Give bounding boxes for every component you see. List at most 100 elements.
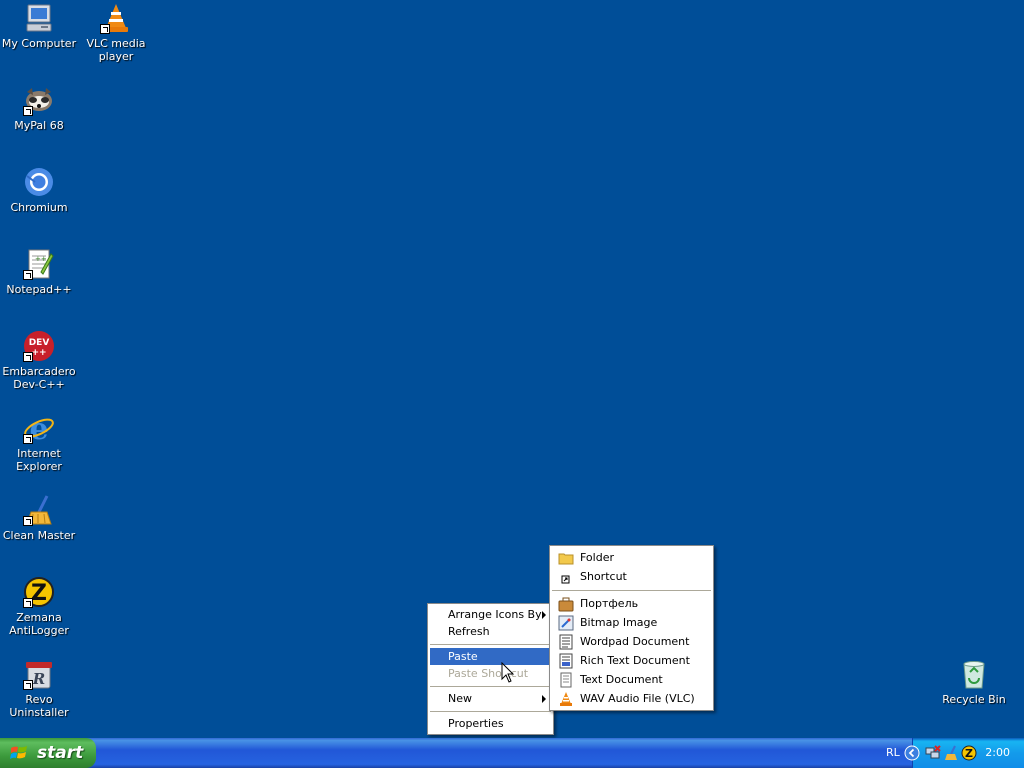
menu-separator [430,686,551,687]
desktop-icon-revo-uninstaller[interactable]: R Revo Uninstaller [0,658,78,719]
desktop-icon-recycle-bin[interactable]: Recycle Bin [935,658,1013,706]
shortcut-arrow-icon [100,24,110,34]
folder-icon [558,550,574,566]
menu-item-label: Refresh [448,625,490,638]
svg-text:++: ++ [35,255,47,263]
notepad-plus-plus-icon: ++ [23,248,55,280]
submenu-item-wordpad-document[interactable]: Wordpad Document [552,632,711,651]
menu-separator [552,590,711,591]
svg-text:Z: Z [965,747,973,760]
menu-item-label: Paste [448,650,478,663]
recycle-bin-icon [958,658,990,690]
clean-master-icon [23,494,55,526]
shortcut-arrow-icon [23,352,33,362]
submenu-arrow-icon [542,611,546,619]
desktop-icon-label: Revo Uninstaller [9,693,69,719]
shortcut-arrow-icon [23,434,33,444]
shortcut-arrow-icon [23,516,33,526]
text-document-icon [558,672,574,688]
desktop-icon-label: Zemana AntiLogger [9,611,69,637]
menu-item-paste-shortcut: Paste Shortcut [430,665,551,682]
shortcut-icon [558,569,574,585]
show-hidden-icon[interactable] [904,745,920,761]
shortcut-arrow-icon [23,680,33,690]
submenu-item-rich-text-document[interactable]: Rich Text Document [552,651,711,670]
svg-text:R: R [32,670,45,688]
shortcut-arrow-icon [23,106,33,116]
desktop-icon-chromium[interactable]: Chromium [0,166,78,214]
shortcut-arrow-icon [23,598,33,608]
wordpad-icon [558,634,574,650]
menu-item-new[interactable]: New [430,690,551,707]
menu-separator [430,644,551,645]
menu-item-label: Text Document [580,673,663,686]
rich-text-icon [558,653,574,669]
menu-item-label: Folder [580,551,614,564]
menu-item-label: WAV Audio File (VLC) [580,692,695,705]
desktop-icon-dev-cpp[interactable]: DEV ++ Embarcadero Dev-C++ [0,330,78,391]
submenu-item-shortcut[interactable]: Shortcut [552,567,711,586]
my-computer-icon [23,2,55,34]
new-submenu: Folder Shortcut Портфель Bitmap Image Wo… [549,545,714,711]
menu-item-arrange-icons-by[interactable]: Arrange Icons By [430,606,551,623]
clean-master-tray-icon[interactable] [943,745,959,761]
zemana-tray-icon[interactable]: Z [961,745,977,761]
submenu-item-folder[interactable]: Folder [552,548,711,567]
desktop-icon-label: Internet Explorer [16,447,62,473]
submenu-item-wav-audio-file[interactable]: WAV Audio File (VLC) [552,689,711,708]
desktop-icon-my-computer[interactable]: My Computer [0,2,78,50]
menu-item-paste[interactable]: Paste [430,648,551,665]
menu-item-label: Wordpad Document [580,635,690,648]
desktop-icon-notepad-plus-plus[interactable]: ++ Notepad++ [0,248,78,296]
shortcut-arrow-icon [23,270,33,280]
desktop-icon-label: Notepad++ [6,283,72,296]
system-tray: Z 2:00 [904,738,1024,768]
dev-cpp-icon: DEV ++ [23,330,55,362]
chromium-icon [23,166,55,198]
taskbar: start Z 2:00 [0,738,1024,768]
submenu-item-briefcase[interactable]: Портфель [552,594,711,613]
vlc-icon [100,2,132,34]
revo-uninstaller-icon: R [23,658,55,690]
desktop-icon-label: Embarcadero Dev-C++ [2,365,76,391]
zemana-icon: Z [23,576,55,608]
desktop-icon-clean-master[interactable]: Clean Master [0,494,78,542]
svg-text:Z: Z [31,581,47,606]
network-icon[interactable] [925,745,941,761]
bitmap-icon [558,615,574,631]
menu-item-refresh[interactable]: Refresh [430,623,551,640]
menu-item-label: Портфель [580,597,639,610]
menu-item-properties[interactable]: Properties [430,715,551,732]
briefcase-icon [558,596,574,612]
desktop-icon-internet-explorer[interactable]: e Internet Explorer [0,412,78,473]
internet-explorer-icon: e [23,412,55,444]
language-indicator[interactable]: RL [886,738,900,768]
menu-item-label: Paste Shortcut [448,667,529,680]
desktop-icon-label: My Computer [1,37,77,50]
svg-text:++: ++ [31,348,46,358]
submenu-arrow-icon [542,695,546,703]
menu-item-label: Properties [448,717,504,730]
svg-text:DEV: DEV [29,338,50,348]
start-label: start [37,743,84,763]
desktop-icon-mypal[interactable]: MyPal 68 [0,84,78,132]
submenu-item-bitmap-image[interactable]: Bitmap Image [552,613,711,632]
menu-item-label: New [448,692,472,705]
mouse-cursor-icon [501,662,515,683]
desktop-icon-label: VLC media player [86,37,146,63]
desktop-icon-label: Clean Master [2,529,76,542]
desktop-context-menu: Arrange Icons By Refresh Paste Paste Sho… [427,603,554,735]
clock[interactable]: 2:00 [985,738,1010,768]
desktop-icon-vlc[interactable]: VLC media player [77,2,155,63]
menu-item-label: Arrange Icons By [448,608,542,621]
desktop-icon-label: MyPal 68 [14,119,64,132]
desktop-icon-label: Chromium [10,201,68,214]
menu-separator [430,711,551,712]
windows-flag-icon [10,746,27,759]
menu-item-label: Shortcut [580,570,627,583]
mypal-icon [23,84,55,116]
desktop-icon-zemana[interactable]: Z Zemana AntiLogger [0,576,78,637]
vlc-audio-icon [558,691,574,707]
submenu-item-text-document[interactable]: Text Document [552,670,711,689]
start-button[interactable]: start [0,738,96,768]
